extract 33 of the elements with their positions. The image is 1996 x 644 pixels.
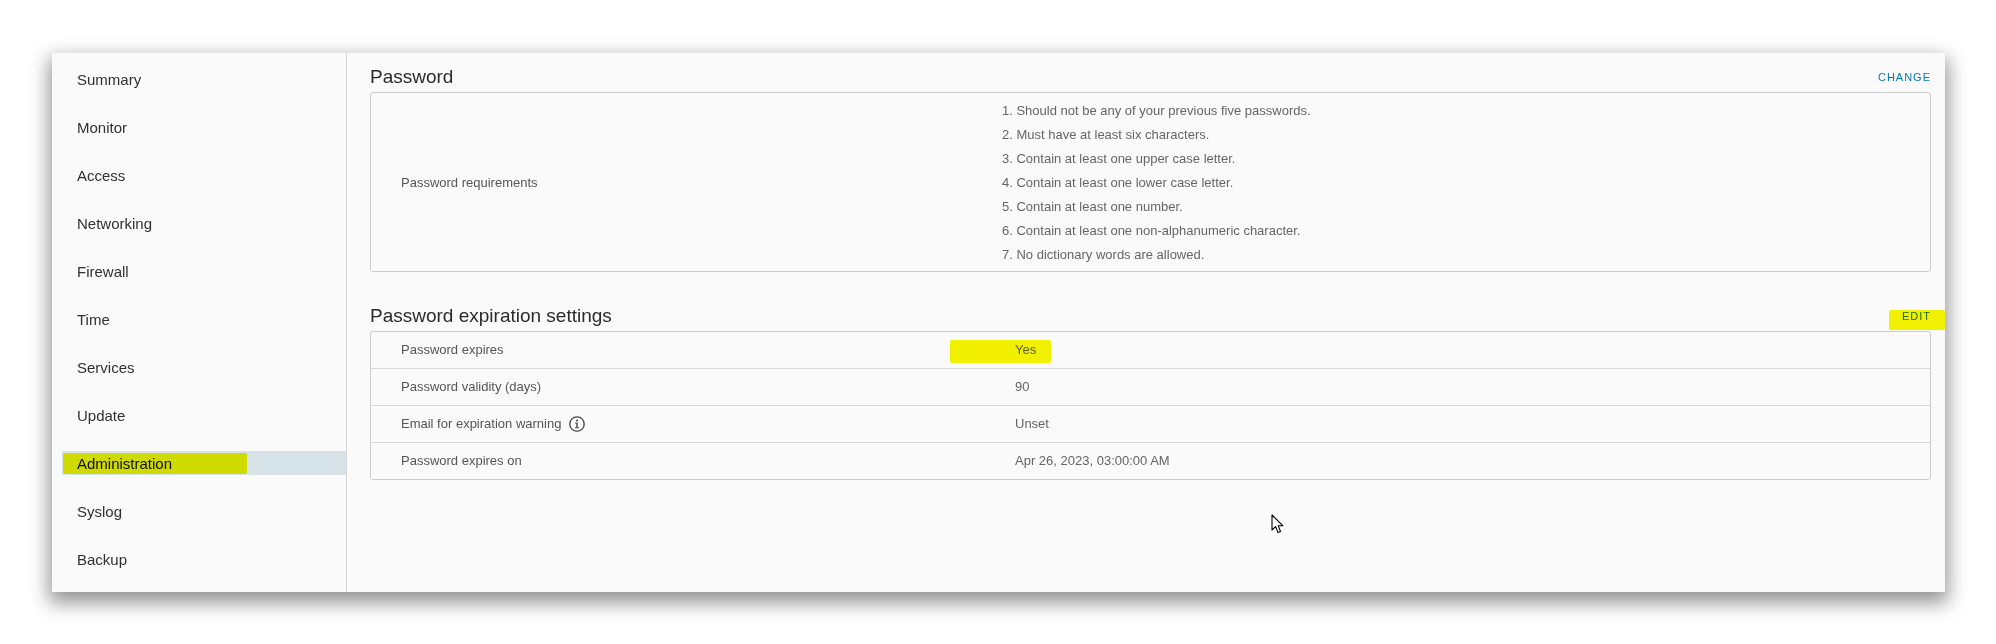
row-value: Apr 26, 2023, 03:00:00 AM [1015,453,1170,469]
row-label: Password validity (days) [401,379,542,395]
sidebar-item[interactable]: Services [62,355,346,379]
sidebar-item[interactable]: Summary [62,67,346,91]
sidebar-item[interactable]: Update [62,403,346,427]
row-value: Unset [1015,416,1049,432]
sidebar-item[interactable]: Networking [62,211,346,235]
sidebar-item[interactable]: Time [62,307,346,331]
requirement-item: 4. Contain at least one lower case letter. [1002,174,1235,192]
requirement-item: 3. Contain at least one upper case letter. [1002,150,1237,168]
row-value: Yes [1015,342,1037,358]
info-icon[interactable] [569,416,586,432]
requirement-item: 5. Contain at least one number. [1002,198,1184,216]
section-title: Password [370,65,454,89]
row-label: Password expires on [401,453,522,469]
requirement-item: 2. Must have at least six characters. [1002,126,1211,144]
mouse-pointer-icon [1271,514,1284,534]
sidebar-item[interactable]: Firewall [62,259,346,283]
action-link[interactable]: CHANGE [1877,70,1931,84]
sidebar-item[interactable]: Syslog [62,499,346,523]
sidebar-item[interactable]: Administration [62,451,346,475]
sidebar-item[interactable]: Monitor [62,115,346,139]
requirement-item: 6. Contain at least one non-alphanumeric character. [1002,222,1302,240]
row-label: Email for expiration warning [401,416,562,432]
sidebar-item[interactable]: Access [62,163,346,187]
row-label: Password expires [401,342,504,358]
requirement-item: 7. No dictionary words are allowed. [1002,246,1206,264]
section-title: Password expiration settings [370,304,612,328]
row-label: Password requirements [401,175,538,190]
requirement-item: 1. Should not be any of your previous five passwords. [1002,102,1311,120]
sidebar-item[interactable]: Backup [62,547,346,571]
action-link[interactable]: EDIT [1901,309,1931,323]
row-value: 90 [1015,379,1030,395]
